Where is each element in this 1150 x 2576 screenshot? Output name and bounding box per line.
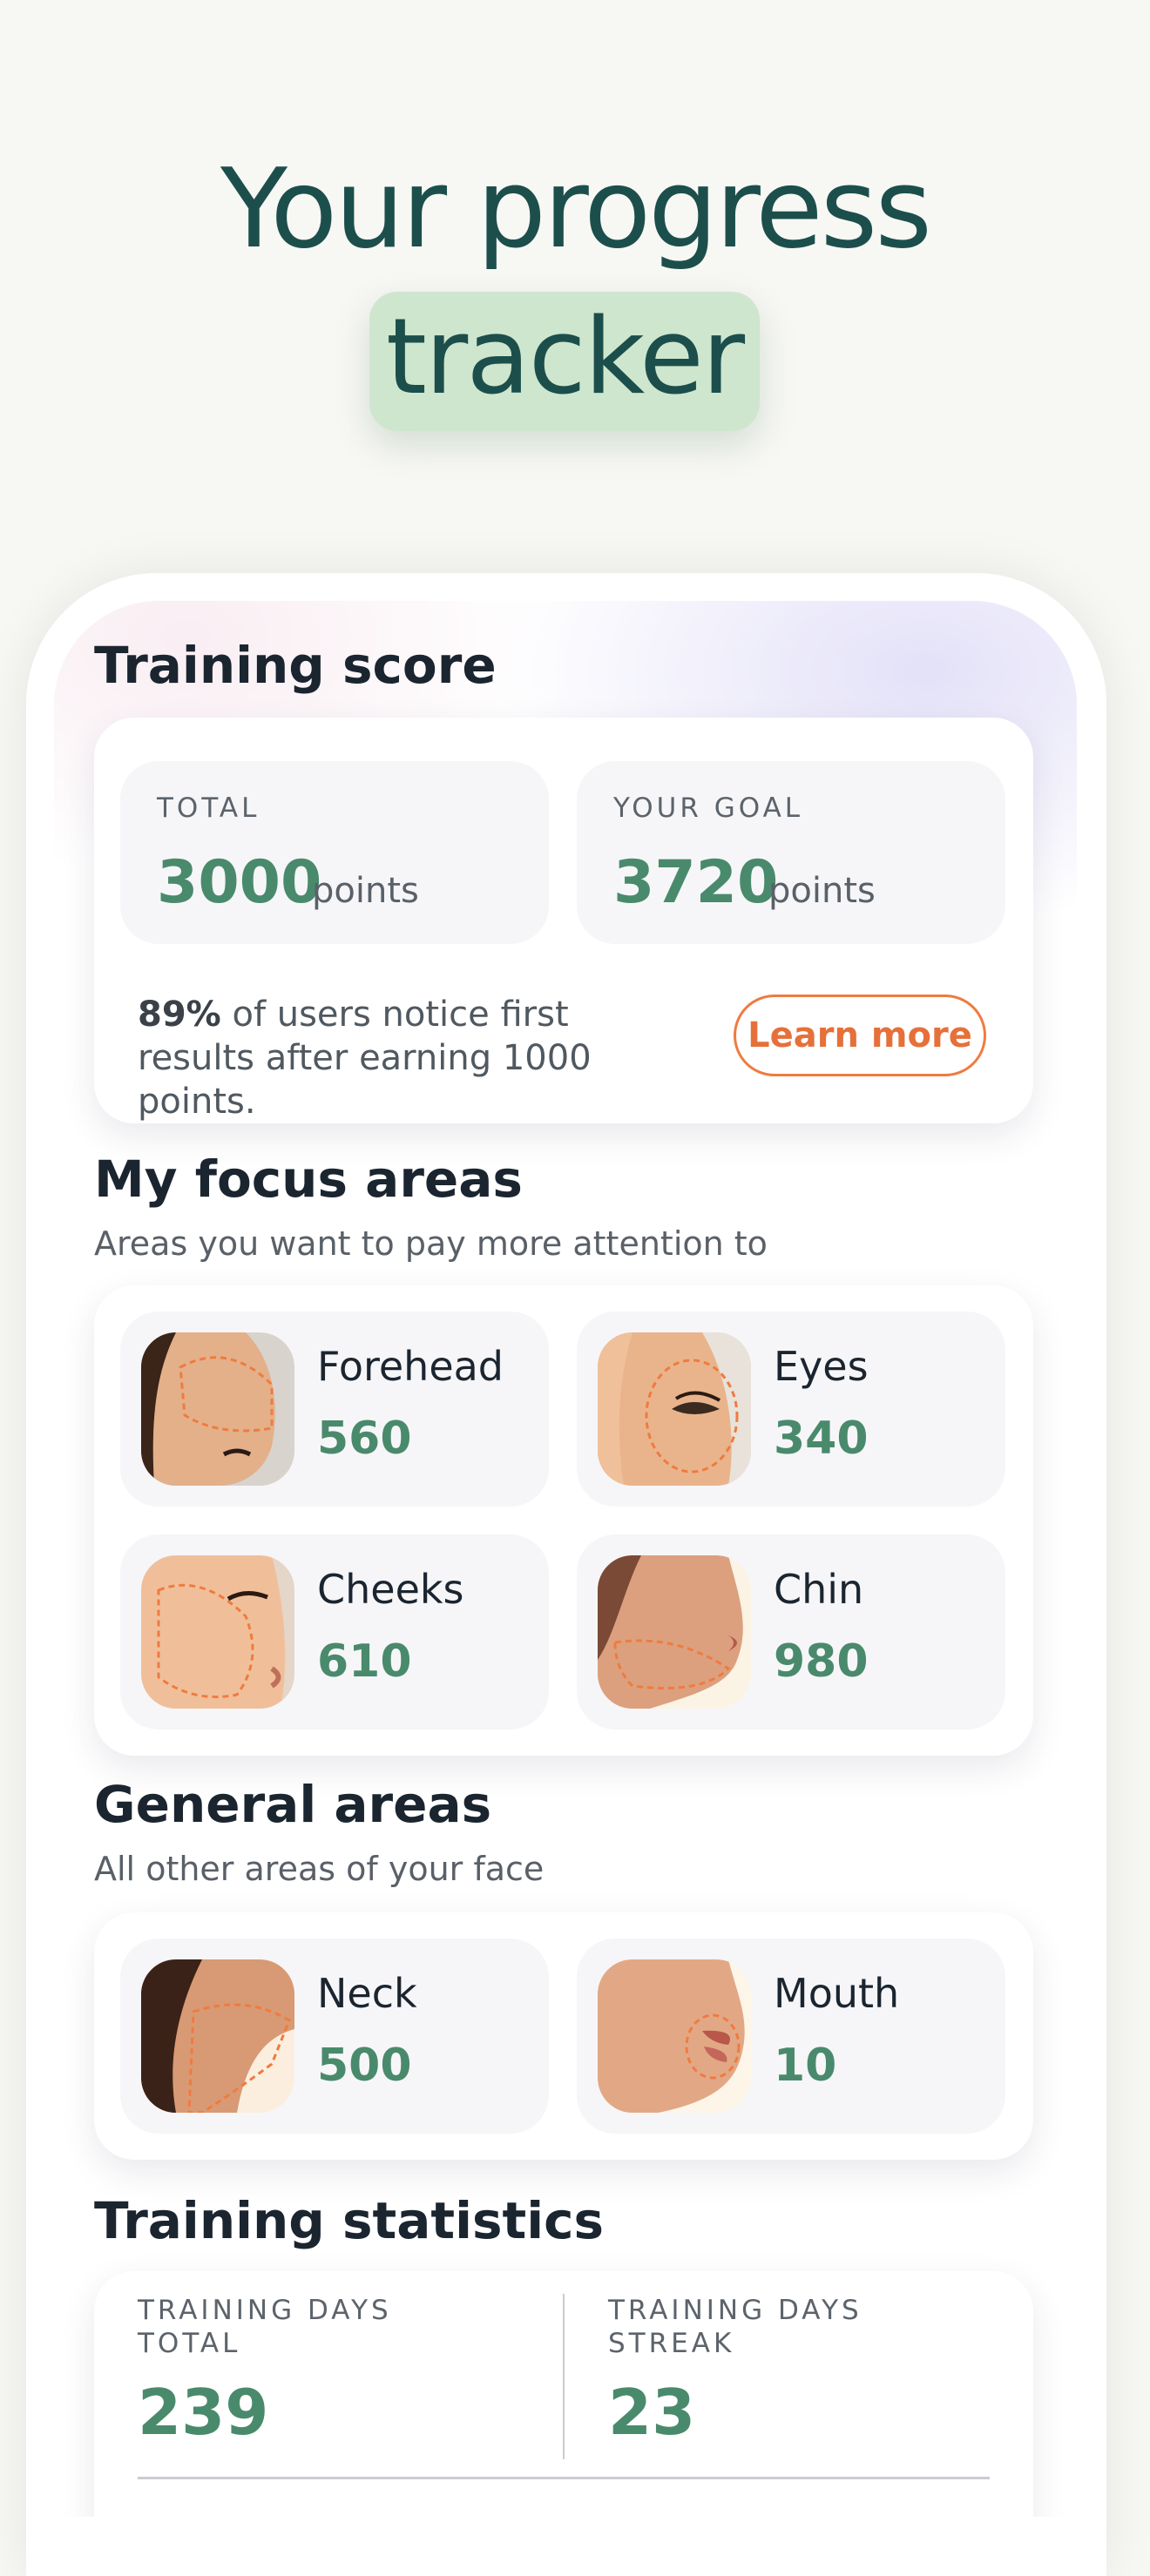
- neck-face-icon: [141, 1959, 294, 2113]
- forehead-face-icon: [141, 1332, 294, 1486]
- training-statistics-card: TRAINING DAYS TOTAL 239 TRAINING DAYS ST…: [94, 2271, 1033, 2517]
- goal-score-tile: YOUR GOAL 3720 points: [577, 761, 1005, 944]
- area-name: Neck: [317, 1970, 417, 2017]
- training-score-card: TOTAL 3000 points YOUR GOAL 3720 points …: [94, 718, 1033, 1123]
- area-name: Eyes: [774, 1343, 869, 1390]
- goal-label: YOUR GOAL: [613, 792, 804, 824]
- area-name: Mouth: [774, 1970, 900, 2017]
- total-score-tile: TOTAL 3000 points: [120, 761, 549, 944]
- area-value: 500: [317, 2040, 412, 2092]
- general-area-mouth[interactable]: Mouth 10: [577, 1939, 1005, 2134]
- hero-title-line2: tracker: [385, 297, 745, 418]
- days-total-label: TRAINING DAYS TOTAL: [138, 2295, 392, 2359]
- area-name: Chin: [774, 1566, 864, 1613]
- focus-areas-subtitle: Areas you want to pay more attention to: [94, 1224, 768, 1263]
- hero-header: Your progress tracker: [0, 0, 1150, 557]
- goal-unit: points: [768, 871, 876, 911]
- total-label: TOTAL: [157, 792, 260, 824]
- focus-area-cheeks[interactable]: Cheeks 610: [120, 1534, 549, 1730]
- focus-area-forehead[interactable]: Forehead 560: [120, 1312, 549, 1507]
- area-value: 980: [774, 1635, 869, 1688]
- goal-value: 3720: [613, 848, 779, 917]
- area-value: 560: [317, 1413, 412, 1465]
- general-area-neck[interactable]: Neck 500: [120, 1939, 549, 2134]
- area-name: Forehead: [317, 1343, 504, 1390]
- training-score-title: Training score: [94, 636, 497, 695]
- general-areas-card: Neck 500 Mouth 10: [94, 1912, 1033, 2160]
- focus-areas-card: Forehead 560 Eyes 340 Cheeks 610 Chin 98…: [94, 1285, 1033, 1756]
- progress-screen: Training score TOTAL 3000 points YOUR GO…: [54, 601, 1077, 2517]
- total-value: 3000: [157, 848, 322, 917]
- training-statistics-title: Training statistics: [94, 2191, 605, 2250]
- learn-more-button[interactable]: Learn more: [734, 995, 986, 1076]
- chin-face-icon: [598, 1555, 751, 1709]
- focus-area-eyes[interactable]: Eyes 340: [577, 1312, 1005, 1507]
- stat-divider-bottom: [138, 2477, 990, 2479]
- days-streak-label: TRAINING DAYS STREAK: [608, 2295, 862, 2359]
- eyes-face-icon: [598, 1332, 751, 1486]
- area-name: Cheeks: [317, 1566, 464, 1613]
- results-percent: 89%: [138, 995, 221, 1035]
- focus-areas-title: My focus areas: [94, 1150, 523, 1209]
- days-total-value: 239: [138, 2376, 269, 2449]
- results-info-text: 89% of users notice first results after …: [138, 993, 695, 1123]
- area-value: 10: [774, 2040, 837, 2092]
- area-value: 340: [774, 1413, 869, 1465]
- focus-area-chin[interactable]: Chin 980: [577, 1534, 1005, 1730]
- total-unit: points: [312, 871, 419, 911]
- stat-divider: [563, 2294, 565, 2459]
- area-value: 610: [317, 1635, 412, 1688]
- hero-title-line1: Your progress: [220, 145, 932, 273]
- mouth-face-icon: [598, 1959, 751, 2113]
- cheeks-face-icon: [141, 1555, 294, 1709]
- general-areas-subtitle: All other areas of your face: [94, 1850, 545, 1888]
- general-areas-title: General areas: [94, 1775, 492, 1834]
- days-streak-value: 23: [608, 2376, 696, 2449]
